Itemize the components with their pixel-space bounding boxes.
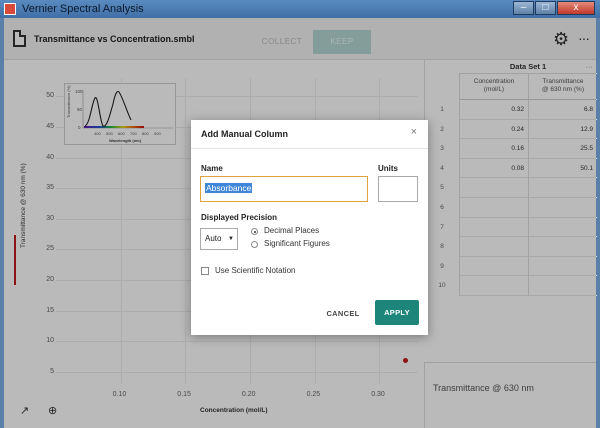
decimal-places-radio[interactable] [251, 228, 258, 235]
dropdown-arrow-icon: ▼ [228, 236, 234, 242]
maximize-button[interactable]: □ [535, 1, 556, 15]
precision-select-value: Auto [205, 234, 222, 243]
close-icon[interactable]: × [411, 127, 417, 138]
window-controls: – □ x [512, 1, 595, 15]
minimize-button[interactable]: – [513, 1, 534, 15]
window-titlebar: Vernier Spectral Analysis – □ x [0, 0, 600, 18]
dialog-title: Add Manual Column [201, 129, 288, 139]
close-window-button[interactable]: x [557, 1, 595, 15]
precision-select[interactable]: Auto ▼ [200, 228, 238, 250]
significant-figures-label[interactable]: Significant Figures [264, 239, 330, 248]
name-label: Name [201, 164, 223, 173]
name-input[interactable]: Absorbance [200, 176, 368, 202]
app-icon [4, 3, 16, 15]
units-input[interactable] [378, 176, 418, 202]
dialog-divider [191, 148, 428, 149]
decimal-places-label[interactable]: Decimal Places [264, 226, 319, 235]
scientific-notation-label[interactable]: Use Scientific Notation [215, 266, 295, 275]
significant-figures-radio[interactable] [251, 241, 258, 248]
scientific-notation-checkbox[interactable] [201, 267, 209, 275]
apply-button[interactable]: APPLY [375, 300, 419, 325]
window-title: Vernier Spectral Analysis [22, 3, 144, 15]
units-label: Units [378, 164, 398, 173]
add-manual-column-dialog: Add Manual Column × Name Units Absorbanc… [191, 120, 428, 335]
precision-label: Displayed Precision [201, 213, 278, 222]
name-input-value: Absorbance [205, 183, 253, 193]
cancel-button[interactable]: CANCEL [323, 304, 363, 324]
